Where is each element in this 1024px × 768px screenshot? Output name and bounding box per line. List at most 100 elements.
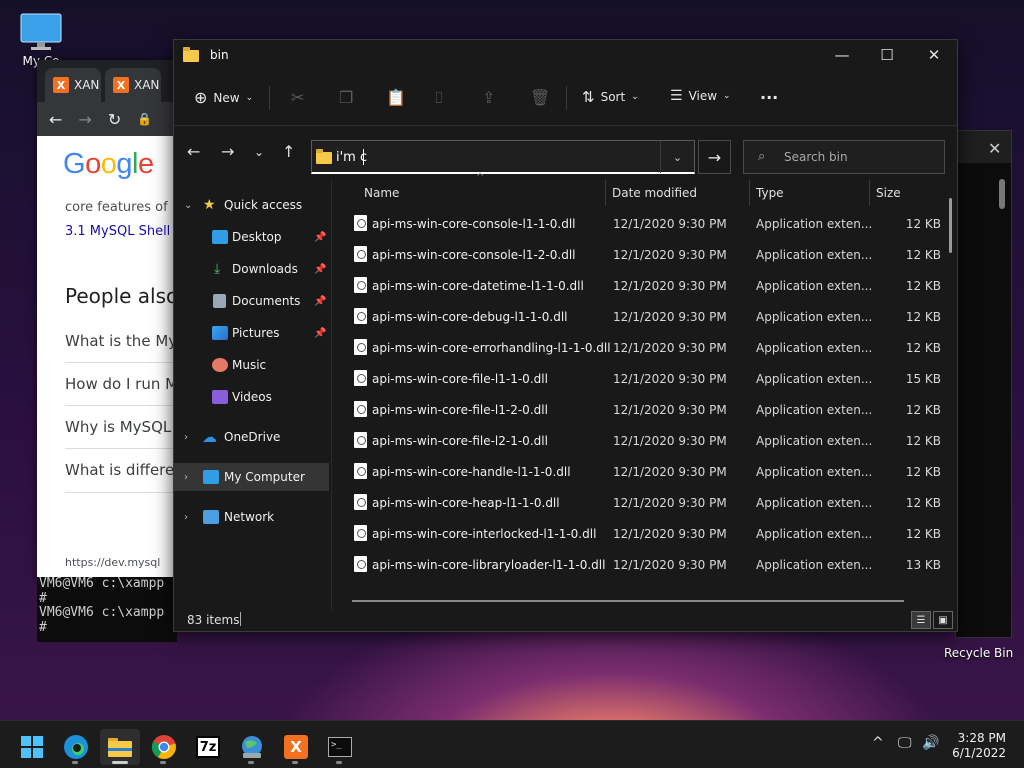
- browser-tab[interactable]: X XAN: [45, 68, 101, 102]
- file-row[interactable]: api-ms-win-core-handle-l1-1-0.dll 12/1/20…: [354, 456, 941, 487]
- nav-item-my-computer[interactable]: › My Computer: [174, 463, 329, 491]
- nav-item-pictures[interactable]: Pictures 📌: [174, 319, 329, 347]
- search-placeholder: Search bin: [784, 150, 848, 164]
- question-item[interactable]: Why is MySQL: [65, 418, 171, 436]
- start-button[interactable]: [12, 729, 52, 765]
- share-button[interactable]: ⇪: [482, 88, 495, 107]
- file-name: api-ms-win-core-file-l2-1-0.dll: [372, 434, 548, 448]
- file-size: 12 KB: [905, 527, 941, 541]
- result-link[interactable]: 3.1 MySQL Shell: [65, 224, 170, 239]
- status-bar: 83 items ☰ ▣: [174, 606, 959, 633]
- file-explorer-window[interactable]: bin — ☐ ✕ ⊕ New ⌄ ✂ ❐ 📋 ⌷ ⇪ 🗑 ⇅ Sort ⌄ ☰…: [173, 39, 958, 632]
- scrollbar[interactable]: [999, 179, 1005, 209]
- file-row[interactable]: api-ms-win-core-file-l1-2-0.dll 12/1/2020…: [354, 394, 941, 425]
- file-type: Application exten...: [756, 496, 873, 510]
- chevron-down-icon: ⌄: [631, 92, 639, 102]
- address-bar[interactable]: i'm c ⌄: [311, 140, 695, 174]
- address-dropdown-icon[interactable]: ⌄: [660, 141, 694, 173]
- title-bar: bin — ☐ ✕: [174, 40, 957, 70]
- file-row[interactable]: api-ms-win-core-libraryloader-l1-1-0.dll…: [354, 549, 941, 580]
- cut-button[interactable]: ✂: [291, 88, 304, 107]
- nav-item-onedrive[interactable]: › ☁ OneDrive: [174, 423, 329, 451]
- taskbar-7zip[interactable]: 7z: [188, 729, 228, 765]
- running-indicator: [336, 761, 342, 764]
- file-type: Application exten...: [756, 558, 873, 572]
- file-row[interactable]: api-ms-win-core-errorhandling-l1-1-0.dll…: [354, 332, 941, 363]
- nav-item-music[interactable]: Music: [174, 351, 329, 379]
- recent-locations-chevron-icon[interactable]: ⌄: [254, 145, 264, 159]
- reload-icon[interactable]: ↻: [108, 110, 121, 129]
- question-item[interactable]: How do I run M: [65, 375, 177, 393]
- column-header-size[interactable]: Size: [876, 186, 901, 210]
- taskbar-network-app[interactable]: [232, 729, 272, 765]
- taskbar-terminal[interactable]: >_: [320, 729, 360, 765]
- more-options-button[interactable]: ···: [760, 88, 778, 107]
- column-separator[interactable]: [869, 180, 870, 206]
- tiles-view-button[interactable]: ▣: [933, 611, 953, 629]
- file-row[interactable]: api-ms-win-core-file-l2-1-0.dll 12/1/2020…: [354, 425, 941, 456]
- recycle-bin-label[interactable]: Recycle Bin: [944, 646, 1013, 660]
- delete-button[interactable]: 🗑: [530, 88, 550, 107]
- details-view-button[interactable]: ☰: [911, 611, 931, 629]
- maximize-button[interactable]: ☐: [864, 40, 910, 70]
- taskbar-file-explorer[interactable]: [100, 729, 140, 765]
- console-window[interactable]: VM6@VM6 c:\xampp # VM6@VM6 c:\xampp #: [37, 576, 177, 642]
- nav-item-downloads[interactable]: ⤓ Downloads 📌: [174, 255, 329, 283]
- column-header-name[interactable]: Name: [364, 186, 399, 210]
- browser-tab[interactable]: X XAN: [105, 68, 161, 102]
- question-item[interactable]: What is the My: [65, 332, 177, 350]
- minimize-button[interactable]: —: [819, 40, 865, 70]
- show-hidden-icons-chevron-icon[interactable]: ^: [872, 735, 884, 751]
- close-button[interactable]: ✕: [911, 40, 957, 70]
- back-arrow-icon[interactable]: ←: [49, 110, 62, 129]
- volume-icon[interactable]: 🔊: [922, 735, 939, 751]
- file-row[interactable]: api-ms-win-core-console-l1-2-0.dll 12/1/2…: [354, 239, 941, 270]
- view-button[interactable]: ☰ View ⌄: [670, 88, 731, 104]
- file-row[interactable]: api-ms-win-core-file-l1-1-0.dll 12/1/2020…: [354, 363, 941, 394]
- forward-arrow-icon[interactable]: →: [221, 142, 234, 161]
- column-separator[interactable]: [605, 180, 606, 206]
- nav-item-desktop[interactable]: Desktop 📌: [174, 223, 329, 251]
- taskbar-edge[interactable]: [56, 729, 96, 765]
- back-arrow-icon[interactable]: ←: [187, 142, 200, 161]
- column-header-date[interactable]: Date modified: [612, 186, 697, 210]
- file-row[interactable]: api-ms-win-core-console-l1-1-0.dll 12/1/2…: [354, 208, 941, 239]
- nav-item-network[interactable]: › Network: [174, 503, 329, 531]
- nav-item-videos[interactable]: Videos: [174, 383, 329, 411]
- file-row[interactable]: api-ms-win-core-datetime-l1-1-0.dll 12/1/…: [354, 270, 941, 301]
- file-row[interactable]: api-ms-win-core-debug-l1-1-0.dll 12/1/202…: [354, 301, 941, 332]
- nav-item-quick-access[interactable]: ⌄ ★ Quick access: [174, 191, 329, 219]
- close-icon[interactable]: ✕: [988, 139, 1001, 158]
- chrome-window[interactable]: X XAN X XAN ← → ↻ 🔒 Google core features o…: [37, 60, 177, 580]
- copy-button[interactable]: ❐: [339, 88, 353, 107]
- forward-arrow-icon[interactable]: →: [78, 110, 91, 129]
- search-box[interactable]: ⌕ Search bin: [743, 140, 945, 174]
- sort-button[interactable]: ⇅ Sort ⌄: [582, 88, 639, 106]
- nav-item-documents[interactable]: Documents 📌: [174, 287, 329, 315]
- taskbar-chrome[interactable]: [144, 729, 184, 765]
- paste-button[interactable]: 📋: [386, 88, 406, 107]
- horizontal-scrollbar[interactable]: [352, 600, 904, 602]
- vertical-scrollbar[interactable]: [949, 198, 952, 253]
- up-arrow-icon[interactable]: ↑: [282, 142, 295, 161]
- file-size: 12 KB: [905, 403, 941, 417]
- question-item[interactable]: What is differe: [65, 461, 174, 479]
- system-clock[interactable]: 3:28 PM 6/1/2022: [948, 731, 1006, 761]
- pin-icon: 📌: [314, 263, 327, 275]
- result-url: https://dev.mysql: [65, 556, 161, 569]
- network-status-icon[interactable]: 🖵: [898, 735, 912, 751]
- go-button[interactable]: →: [698, 140, 731, 174]
- desktop-icon-my-computer[interactable]: My Co: [8, 8, 74, 68]
- new-button[interactable]: ⊕ New ⌄: [194, 88, 253, 107]
- column-separator[interactable]: [749, 180, 750, 206]
- console-window-right[interactable]: ✕: [955, 130, 1012, 638]
- taskbar-xampp[interactable]: X: [276, 729, 316, 765]
- dll-file-icon: [354, 308, 367, 324]
- column-header-type[interactable]: Type: [756, 186, 784, 210]
- file-row[interactable]: api-ms-win-core-heap-l1-1-0.dll 12/1/2020…: [354, 487, 941, 518]
- file-row[interactable]: api-ms-win-core-interlocked-l1-1-0.dll 12…: [354, 518, 941, 549]
- dll-file-icon: [354, 525, 367, 541]
- lock-icon[interactable]: 🔒: [137, 112, 152, 126]
- rename-button[interactable]: ⌷: [434, 88, 444, 108]
- running-indicator: [248, 761, 254, 764]
